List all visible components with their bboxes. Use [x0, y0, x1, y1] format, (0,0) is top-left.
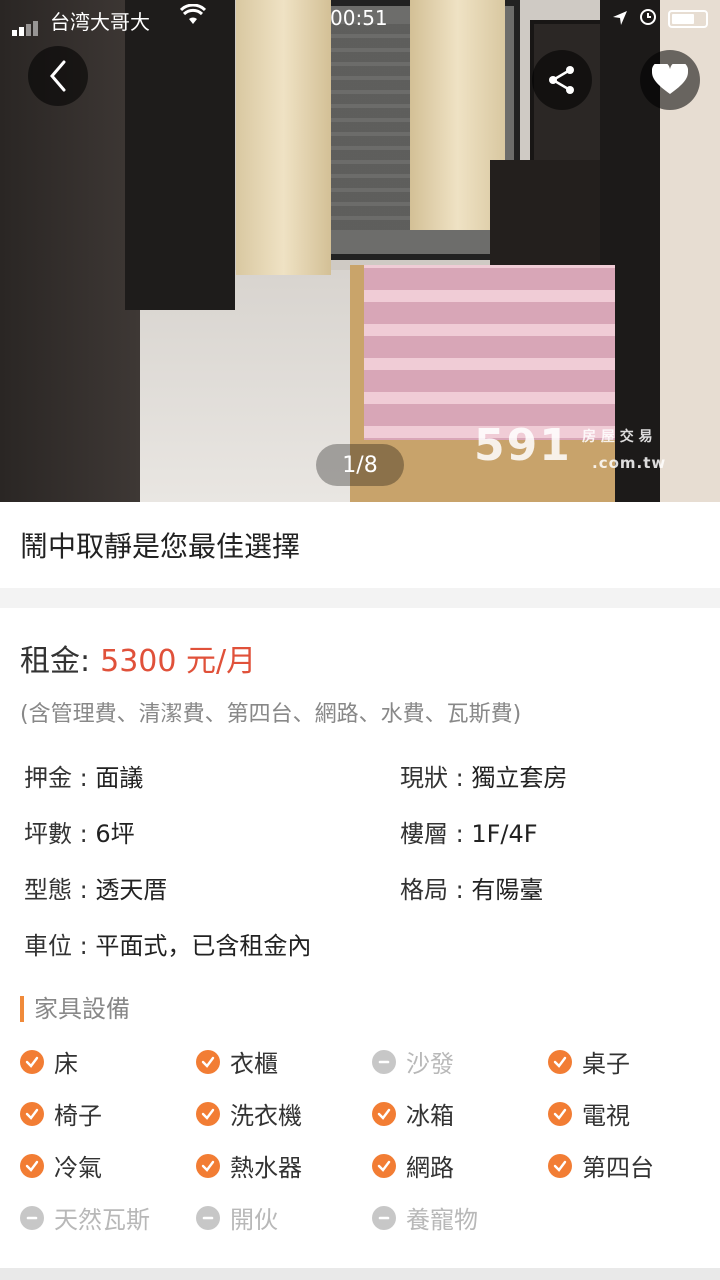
check-icon	[20, 1101, 44, 1126]
detail-layout: 格局 : 有陽臺	[400, 876, 544, 904]
facility-label: 開伙	[230, 1206, 278, 1234]
listing-title: 鬧中取靜是您最佳選擇	[20, 530, 301, 563]
facility-item: 衣櫃	[196, 1044, 278, 1079]
facility-label: 洗衣機	[230, 1102, 302, 1130]
title-card: 鬧中取靜是您最佳選擇	[0, 502, 720, 588]
facility-item: 冷氣	[20, 1148, 102, 1183]
facility-item: 洗衣機	[196, 1096, 302, 1131]
watermark: 591 房 屋 交 易 .com.tw	[474, 420, 667, 472]
detail-status: 現狀 : 獨立套房	[400, 764, 568, 792]
facility-label: 冰箱	[406, 1102, 454, 1130]
facility-label: 冷氣	[54, 1154, 102, 1182]
facility-item: 沙發	[372, 1044, 454, 1079]
photo-wardrobe	[125, 0, 235, 310]
facility-label: 天然瓦斯	[54, 1206, 150, 1234]
check-icon	[548, 1153, 572, 1178]
heart-icon	[652, 64, 688, 94]
facility-item: 桌子	[548, 1044, 630, 1079]
rent-includes: (含管理費、清潔費、第四台、網路、水費、瓦斯費)	[20, 702, 522, 727]
facility-label: 沙發	[406, 1050, 454, 1078]
facility-item: 椅子	[20, 1096, 102, 1131]
listing-photo[interactable]: 591 房 屋 交 易 .com.tw 台湾大哥大 00:51 1/8	[0, 0, 720, 502]
share-button[interactable]	[532, 50, 592, 110]
clock: 00:51	[330, 6, 388, 30]
divider	[0, 588, 720, 608]
minus-icon	[372, 1049, 396, 1074]
photo-curtain	[236, 0, 331, 275]
facility-label: 網路	[406, 1154, 454, 1182]
wifi-icon	[179, 3, 207, 32]
status-bar: 台湾大哥大 00:51	[0, 0, 720, 40]
minus-icon	[372, 1205, 396, 1230]
location-arrow-icon	[612, 7, 628, 31]
detail-floor: 樓層 : 1F/4F	[400, 820, 538, 848]
check-icon	[20, 1049, 44, 1074]
facility-label: 椅子	[54, 1102, 102, 1130]
facility-label: 養寵物	[406, 1206, 478, 1234]
carrier-label: 台湾大哥大	[50, 10, 150, 34]
photo-counter: 1/8	[316, 444, 404, 486]
facility-item: 床	[20, 1044, 78, 1079]
check-icon	[196, 1101, 220, 1126]
detail-parking: 車位 : 平面式，已含租金內	[24, 932, 312, 960]
facility-item: 網路	[372, 1148, 454, 1183]
check-icon	[20, 1153, 44, 1178]
facility-item: 養寵物	[372, 1200, 478, 1235]
facility-item: 天然瓦斯	[20, 1200, 150, 1235]
check-icon	[548, 1049, 572, 1074]
chevron-left-icon	[50, 60, 66, 92]
detail-grid: 押金 : 面議 現狀 : 獨立套房 坪數 : 6坪 樓層 : 1F/4F 型態 …	[20, 744, 700, 974]
rent-row: 租金: 5300 元/月	[20, 636, 700, 680]
rent-label: 租金:	[20, 644, 91, 679]
facility-item: 第四台	[548, 1148, 654, 1183]
minus-icon	[196, 1205, 220, 1230]
facility-item: 冰箱	[372, 1096, 454, 1131]
facility-item: 電視	[548, 1096, 630, 1131]
facility-label: 床	[54, 1050, 78, 1078]
rent-value: 5300 元/月	[100, 644, 257, 679]
facility-label: 熱水器	[230, 1154, 302, 1182]
listing-detail: 租金: 5300 元/月 (含管理費、清潔費、第四台、網路、水費、瓦斯費) 押金 …	[0, 608, 720, 1280]
check-icon	[196, 1153, 220, 1178]
facility-label: 電視	[582, 1102, 630, 1130]
battery-icon	[668, 9, 708, 28]
favorite-button[interactable]	[640, 50, 700, 110]
facility-item: 熱水器	[196, 1148, 302, 1183]
bottom-divider	[0, 1268, 720, 1280]
photo-desk	[490, 160, 610, 270]
facilities-list: 床 衣櫃 沙發 桌子椅子 洗衣機 冰箱 電視冷氣 熱水器 網路 第四台天然瓦斯 開伙 養寵物	[20, 1044, 700, 1274]
detail-size: 坪數 : 6坪	[24, 820, 135, 848]
check-icon	[548, 1101, 572, 1126]
check-icon	[372, 1101, 396, 1126]
check-icon	[372, 1153, 396, 1178]
check-icon	[196, 1049, 220, 1074]
facility-label: 衣櫃	[230, 1050, 278, 1078]
detail-type: 型態 : 透天厝	[24, 876, 168, 904]
facility-label: 第四台	[582, 1154, 654, 1182]
alarm-icon	[638, 6, 658, 31]
facility-label: 桌子	[582, 1050, 630, 1078]
facilities-title: 家具設備	[20, 996, 700, 1022]
share-icon	[549, 66, 574, 94]
facility-item: 開伙	[196, 1200, 278, 1235]
minus-icon	[20, 1205, 44, 1230]
back-button[interactable]	[28, 46, 88, 106]
signal-icon	[12, 12, 40, 36]
detail-deposit: 押金 : 面議	[24, 764, 144, 792]
